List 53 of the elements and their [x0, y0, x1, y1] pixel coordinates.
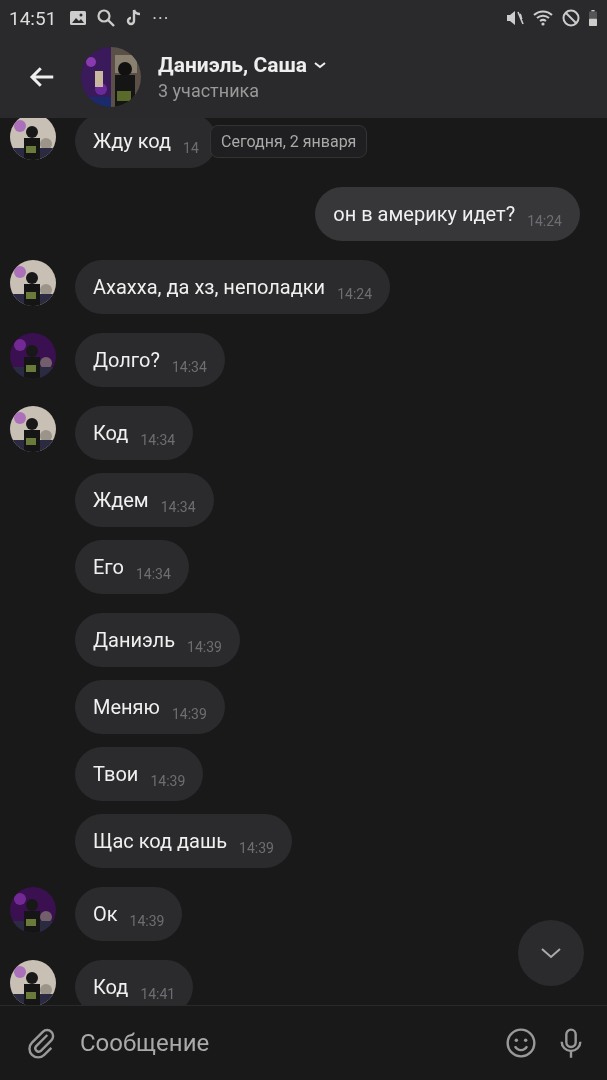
message-time: 14:24: [527, 213, 562, 229]
message-time: 14:34: [140, 432, 176, 448]
chat-title[interactable]: Даниэль, Саша: [158, 53, 308, 77]
message-bubble[interactable]: Щас код дашь 14:39: [75, 814, 292, 868]
message-time: 14:24: [337, 286, 373, 302]
participants-count: 3 участника: [158, 80, 261, 101]
message-bubble[interactable]: Его 14:34: [75, 540, 189, 594]
message-text: Ждем: [93, 488, 149, 512]
more-notifications-icon: ···: [152, 7, 170, 29]
search-icon: [96, 8, 117, 28]
message-time: 14:34: [136, 566, 171, 582]
message-text: Ахахха, да хз, неполадки: [93, 275, 326, 299]
message-time: 14:39: [150, 773, 186, 789]
message-bubble[interactable]: Твои 14:39: [75, 747, 204, 801]
message-bubble[interactable]: Долго? 14:34: [75, 333, 225, 387]
date-label: Сегодня, 2 января: [210, 125, 368, 158]
message-bubble[interactable]: Код 14:41: [75, 960, 194, 1005]
message-time: 14:34: [171, 359, 207, 375]
message-time: 14:39: [129, 913, 165, 929]
message-bubble[interactable]: Меняю 14:39: [75, 680, 225, 734]
message-text: Щас код дашь: [93, 829, 227, 853]
image-icon: [68, 8, 89, 28]
wifi-icon: [533, 8, 553, 28]
chevron-down-icon: [539, 946, 563, 960]
message-text: Код: [93, 421, 129, 445]
message-text: Долго?: [93, 348, 160, 372]
chevron-down-icon[interactable]: [313, 60, 328, 70]
message-time: 14:41: [140, 986, 176, 1002]
battery-icon: [589, 9, 597, 27]
message-time: 14: [183, 140, 199, 156]
message-text: он в америку идет?: [333, 202, 516, 226]
message-text: Его: [93, 555, 124, 579]
message-time: 14:39: [187, 639, 222, 655]
message-bubble[interactable]: Ахахха, да хз, неполадки 14:24: [75, 260, 391, 314]
message-text: Меняю: [93, 695, 160, 719]
message-text: Твои: [93, 762, 139, 786]
message-time: 14:39: [171, 706, 207, 722]
message-text: Код: [93, 975, 129, 999]
message-text: Ок: [93, 902, 118, 926]
status-time: 14:51: [9, 6, 57, 30]
message-bubble[interactable]: он в америку идет? 14:24: [315, 187, 580, 241]
message-text: Даниэль: [93, 628, 176, 652]
message-time: 14:34: [160, 499, 196, 515]
message-time: 14:39: [239, 840, 274, 856]
message-bubble[interactable]: Ок 14:39: [75, 887, 183, 941]
mute-icon: [505, 8, 525, 28]
message-bubble[interactable]: Ждем 14:34: [75, 473, 214, 527]
emoji-icon[interactable]: [505, 1027, 537, 1059]
message-input-field[interactable]: Сообщение: [76, 1029, 487, 1057]
message-text: Жду код: [93, 129, 172, 153]
message-bubble[interactable]: Код 14:34: [75, 406, 194, 460]
do-not-disturb-icon: [561, 8, 581, 28]
message-bubble[interactable]: Даниэль 14:39: [75, 613, 240, 667]
